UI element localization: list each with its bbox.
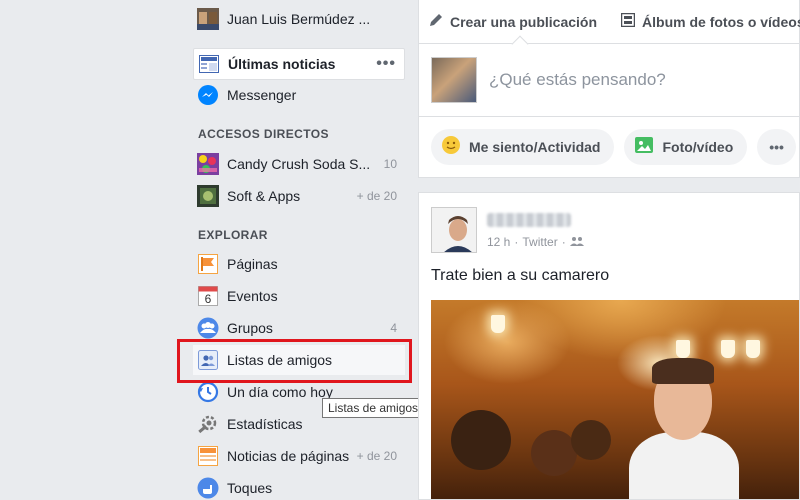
shortcuts-heading: ACCESOS DIRECTOS: [198, 127, 329, 141]
stats-icon: [197, 413, 219, 435]
sidebar-item-page-news[interactable]: Noticias de páginas + de 20: [193, 441, 405, 471]
composer-actions: Me siento/Actividad Foto/vídeo •••: [419, 116, 799, 176]
blurred-author-name: [487, 213, 571, 227]
photo-video-button[interactable]: Foto/vídeo: [624, 128, 748, 165]
sidebar-item-label: Eventos: [227, 288, 278, 304]
profile-name: Juan Luis Bermúdez ...: [227, 11, 371, 27]
tab-photo-album-label: Álbum de fotos o vídeos: [642, 13, 800, 30]
sidebar-item-label: Grupos: [227, 320, 273, 336]
more-actions-button[interactable]: •••: [757, 128, 796, 165]
messenger-icon: [197, 84, 219, 106]
page-news-icon: [197, 445, 219, 467]
notification-count: 10: [383, 157, 397, 171]
sidebar-item-label: Estadísticas: [227, 416, 303, 432]
flag-icon: [197, 253, 219, 275]
post-author-avatar[interactable]: [431, 207, 477, 253]
notification-count: 4: [390, 321, 397, 335]
sidebar-item-soft-apps[interactable]: Soft & Apps + de 20: [193, 181, 405, 211]
calendar-icon: 6: [197, 285, 219, 307]
person-shirt: [629, 432, 739, 499]
sidebar-item-news-feed[interactable]: Últimas noticias •••: [193, 48, 405, 80]
feeling-activity-label: Me siento/Actividad: [469, 138, 601, 155]
more-dots-icon: •••: [769, 138, 784, 155]
groups-icon: [197, 317, 219, 339]
sidebar-item-profile[interactable]: Juan Luis Bermúdez ...: [193, 4, 405, 34]
post-time[interactable]: 12 h: [487, 235, 510, 249]
lamp-light: [491, 315, 505, 333]
person-hair: [652, 358, 714, 384]
candy-crush-app-icon: [197, 153, 219, 175]
post-composer: Crear una publicación Álbum de fotos o v…: [418, 0, 800, 178]
sidebar-item-label: Listas de amigos: [227, 352, 333, 368]
tooltip: Listas de amigos: [322, 398, 425, 418]
sidebar-item-groups[interactable]: Grupos 4: [193, 313, 405, 343]
lamp-light: [721, 340, 735, 358]
meta-separator: ·: [514, 235, 519, 249]
poke-icon: [197, 477, 219, 499]
sidebar-item-events[interactable]: 6 Eventos: [193, 281, 405, 311]
smiley-icon: [441, 135, 461, 158]
sidebar-item-friend-lists[interactable]: Listas de amigos: [193, 345, 405, 375]
calendar-day: 6: [204, 292, 212, 306]
sidebar-item-pages[interactable]: Páginas: [193, 249, 405, 279]
tab-create-post[interactable]: Crear una publicación: [429, 13, 597, 30]
sidebar-item-label: Noticias de páginas: [227, 448, 350, 464]
explore-heading: EXPLORAR: [198, 228, 268, 242]
sidebar-item-pokes[interactable]: Toques: [193, 473, 405, 500]
photo-video-label: Foto/vídeo: [662, 138, 734, 155]
pencil-icon: [429, 13, 443, 30]
news-feed-label: Últimas noticias: [228, 56, 336, 72]
background-person: [571, 420, 611, 460]
lamp-light: [746, 340, 760, 358]
messenger-label: Messenger: [227, 87, 297, 103]
tab-create-post-label: Crear una publicación: [450, 13, 598, 30]
left-sidebar: Juan Luis Bermúdez ... Últimas noticias …: [0, 0, 425, 500]
soft-apps-icon: [197, 185, 219, 207]
status-input[interactable]: ¿Qué estás pensando?: [489, 70, 666, 90]
sidebar-item-label: Páginas: [227, 256, 278, 272]
feeling-activity-button[interactable]: Me siento/Actividad: [431, 128, 615, 165]
composer-tabs: Crear una publicación Álbum de fotos o v…: [419, 0, 800, 53]
post-meta: 12 h · Twitter ·: [487, 207, 584, 253]
sidebar-item-messenger[interactable]: Messenger: [193, 80, 405, 110]
background-person: [451, 410, 511, 470]
notification-count: + de 20: [356, 449, 397, 463]
sidebar-item-label: Soft & Apps: [227, 188, 301, 204]
feed-post: 12 h · Twitter · Trate bien a su camarer…: [418, 192, 800, 500]
composer-avatar: [431, 57, 477, 103]
clock-icon: [197, 381, 219, 403]
friend-lists-icon: [197, 349, 219, 371]
post-header: 12 h · Twitter ·: [419, 193, 799, 253]
profile-avatar: [197, 8, 219, 30]
news-feed-more-icon[interactable]: •••: [376, 55, 396, 73]
photo-icon: [634, 135, 654, 158]
notification-count: + de 20: [356, 189, 397, 203]
news-feed-icon: [198, 53, 220, 75]
post-photo[interactable]: [431, 300, 799, 499]
post-subline: 12 h · Twitter ·: [487, 235, 584, 249]
lamp-light: [676, 340, 690, 358]
album-icon: [620, 12, 636, 30]
composer-body: ¿Qué estás pensando?: [419, 44, 799, 116]
post-text: Trate bien a su camarero: [431, 267, 610, 284]
sidebar-item-candy-crush[interactable]: Candy Crush Soda S... 10: [193, 149, 405, 179]
sidebar-item-label: Candy Crush Soda S...: [227, 156, 371, 172]
post-source: Twitter: [522, 235, 558, 249]
sidebar-item-label: Toques: [227, 480, 273, 496]
background-person: [531, 430, 577, 476]
tab-photo-album[interactable]: Álbum de fotos o vídeos: [620, 12, 800, 30]
meta-separator: ·: [561, 235, 566, 249]
audience-friends-icon[interactable]: [569, 235, 584, 249]
